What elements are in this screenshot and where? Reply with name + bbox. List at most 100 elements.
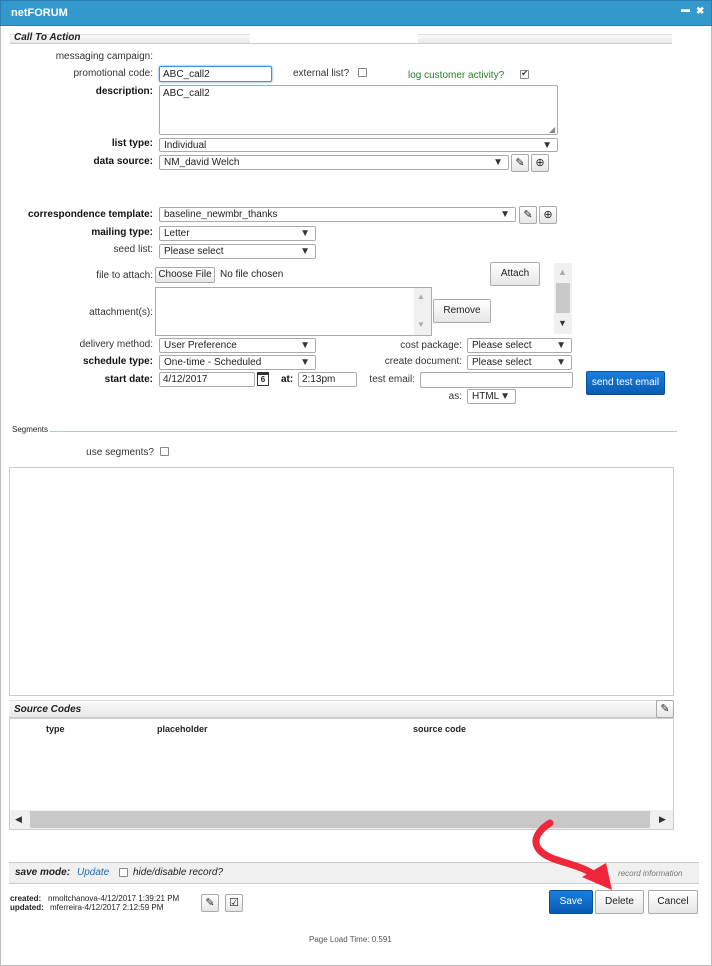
send-test-email-button[interactable]: send test email bbox=[586, 371, 665, 395]
description-textarea[interactable]: ABC_call2 bbox=[159, 85, 558, 135]
delivery-method-label: delivery method: bbox=[79, 339, 153, 350]
delivery-method-value: User Preference bbox=[164, 340, 237, 351]
log-customer-activity-label: log customer activity? bbox=[408, 70, 505, 81]
log-customer-activity-checkbox[interactable] bbox=[520, 68, 529, 79]
cost-package-select[interactable]: Please select ▼ bbox=[467, 338, 572, 353]
test-email-input[interactable] bbox=[420, 372, 573, 388]
description-label: description: bbox=[95, 86, 153, 97]
plus-circle-icon: ⊕ bbox=[535, 157, 545, 169]
email-format-select[interactable]: HTML ▼ bbox=[467, 389, 516, 404]
save-mode-value[interactable]: Update bbox=[77, 867, 109, 878]
seed-list-value: Please select bbox=[164, 246, 224, 257]
cost-package-label: cost package: bbox=[400, 340, 462, 351]
use-segments-checkbox[interactable] bbox=[160, 447, 169, 456]
cancel-button[interactable]: Cancel bbox=[648, 890, 698, 914]
close-icon[interactable]: ✖ bbox=[696, 6, 704, 17]
use-segments-label: use segments? bbox=[86, 447, 154, 458]
resize-handle-icon[interactable]: ◢ bbox=[549, 125, 555, 134]
schedule-type-label: schedule type: bbox=[82, 356, 153, 367]
scroll-up-icon[interactable]: ▲ bbox=[558, 267, 567, 277]
email-format-value: HTML bbox=[472, 391, 500, 402]
chevron-down-icon: ▼ bbox=[500, 391, 510, 402]
data-source-value: NM_david Welch bbox=[164, 157, 240, 168]
no-file-chosen-text: No file chosen bbox=[220, 269, 284, 280]
hide-disable-label: hide/disable record? bbox=[133, 867, 224, 878]
chevron-down-icon: ▼ bbox=[300, 228, 310, 239]
external-list-checkbox[interactable] bbox=[358, 68, 367, 77]
delivery-method-select[interactable]: User Preference ▼ bbox=[159, 338, 316, 353]
hide-disable-checkbox[interactable] bbox=[119, 868, 128, 877]
mailing-type-label: mailing type: bbox=[91, 227, 153, 238]
add-template-button[interactable]: ⊕ bbox=[539, 206, 557, 224]
at-label: at: bbox=[281, 374, 294, 385]
correspondence-template-select[interactable]: baseline_newmbr_thanks ▼ bbox=[159, 207, 516, 222]
form-scrollbar-thumb[interactable] bbox=[556, 283, 570, 313]
start-date-input[interactable]: 4/12/2017 bbox=[159, 372, 255, 387]
attachments-list[interactable] bbox=[155, 287, 432, 336]
pencil-icon: ✎ bbox=[523, 209, 533, 221]
chevron-down-icon: ▼ bbox=[300, 357, 310, 368]
segments-divider bbox=[10, 431, 677, 432]
list-type-value: Individual bbox=[164, 140, 207, 151]
data-source-select[interactable]: NM_david Welch ▼ bbox=[159, 155, 509, 170]
edit-box-icon: ☑ bbox=[229, 897, 239, 909]
add-data-source-button[interactable]: ⊕ bbox=[531, 154, 549, 172]
minimize-icon[interactable]: ▬ bbox=[681, 4, 690, 14]
save-mode-label: save mode: bbox=[15, 867, 71, 878]
chevron-down-icon: ▼ bbox=[493, 157, 503, 168]
segments-title: Segments bbox=[10, 425, 51, 434]
column-header-source-code[interactable]: source code bbox=[413, 724, 466, 734]
chevron-down-icon: ▼ bbox=[300, 340, 310, 351]
promotional-code-label: promotional code: bbox=[73, 68, 154, 79]
messaging-campaign-label: messaging campaign: bbox=[55, 51, 153, 62]
external-list-label: external list? bbox=[293, 68, 350, 79]
calendar-icon[interactable]: 6 bbox=[257, 372, 269, 386]
call-to-action-title: Call To Action bbox=[14, 32, 81, 43]
segments-panel bbox=[9, 467, 674, 696]
scroll-right-icon[interactable]: ▶ bbox=[659, 814, 666, 825]
edit-template-button[interactable]: ✎ bbox=[519, 206, 537, 224]
scroll-down-icon[interactable]: ▼ bbox=[417, 320, 425, 329]
created-label: created: bbox=[10, 894, 42, 903]
plus-circle-icon: ⊕ bbox=[543, 209, 553, 221]
chevron-down-icon: ▼ bbox=[300, 246, 310, 257]
start-time-input[interactable]: 2:13pm bbox=[298, 372, 357, 387]
cost-package-value: Please select bbox=[472, 340, 532, 351]
edit-record-info-button[interactable]: ☑ bbox=[225, 894, 243, 912]
page-load-time: Page Load Time: 0.591 bbox=[309, 935, 392, 944]
annotation-arrow-icon bbox=[532, 819, 612, 890]
record-information-link[interactable]: record information bbox=[618, 869, 682, 878]
as-label: as: bbox=[448, 391, 462, 402]
data-source-label: data source: bbox=[93, 156, 153, 167]
scroll-down-icon[interactable]: ▼ bbox=[558, 318, 567, 328]
create-document-label: create document: bbox=[384, 356, 462, 367]
pencil-icon: ✎ bbox=[205, 897, 215, 909]
list-type-select[interactable]: Individual ▼ bbox=[159, 138, 558, 152]
scroll-up-icon[interactable]: ▲ bbox=[417, 292, 425, 301]
source-codes-title: Source Codes bbox=[14, 704, 82, 715]
window-title: netFORUM bbox=[11, 7, 68, 19]
chevron-down-icon: ▼ bbox=[556, 357, 566, 368]
create-document-select[interactable]: Please select ▼ bbox=[467, 355, 572, 370]
promotional-code-input[interactable]: ABC_call2 bbox=[159, 66, 272, 82]
edit-source-codes-button[interactable]: ✎ bbox=[656, 700, 674, 718]
mailing-type-select[interactable]: Letter ▼ bbox=[159, 226, 316, 241]
edit-data-source-button[interactable]: ✎ bbox=[511, 154, 529, 172]
updated-label: updated: bbox=[10, 903, 44, 912]
remove-attachment-button[interactable]: Remove bbox=[433, 299, 491, 323]
chevron-down-icon: ▼ bbox=[500, 209, 510, 220]
updated-value: mferreira-4/12/2017 2:12:59 PM bbox=[50, 903, 164, 912]
test-email-label: test email: bbox=[369, 374, 415, 385]
window-titlebar: netFORUM ▬ ✖ bbox=[0, 0, 712, 26]
choose-file-button[interactable]: Choose File bbox=[155, 267, 215, 283]
edit-record-button[interactable]: ✎ bbox=[201, 894, 219, 912]
create-document-value: Please select bbox=[472, 357, 532, 368]
attach-button[interactable]: Attach bbox=[490, 262, 540, 286]
column-header-placeholder[interactable]: placeholder bbox=[157, 724, 208, 734]
column-header-type[interactable]: type bbox=[46, 724, 65, 734]
scroll-left-icon[interactable]: ◀ bbox=[15, 814, 22, 825]
seed-list-select[interactable]: Please select ▼ bbox=[159, 244, 316, 259]
schedule-type-select[interactable]: One-time - Scheduled ▼ bbox=[159, 355, 316, 370]
mailing-type-value: Letter bbox=[164, 228, 190, 239]
correspondence-template-label: correspondence template: bbox=[27, 209, 153, 220]
